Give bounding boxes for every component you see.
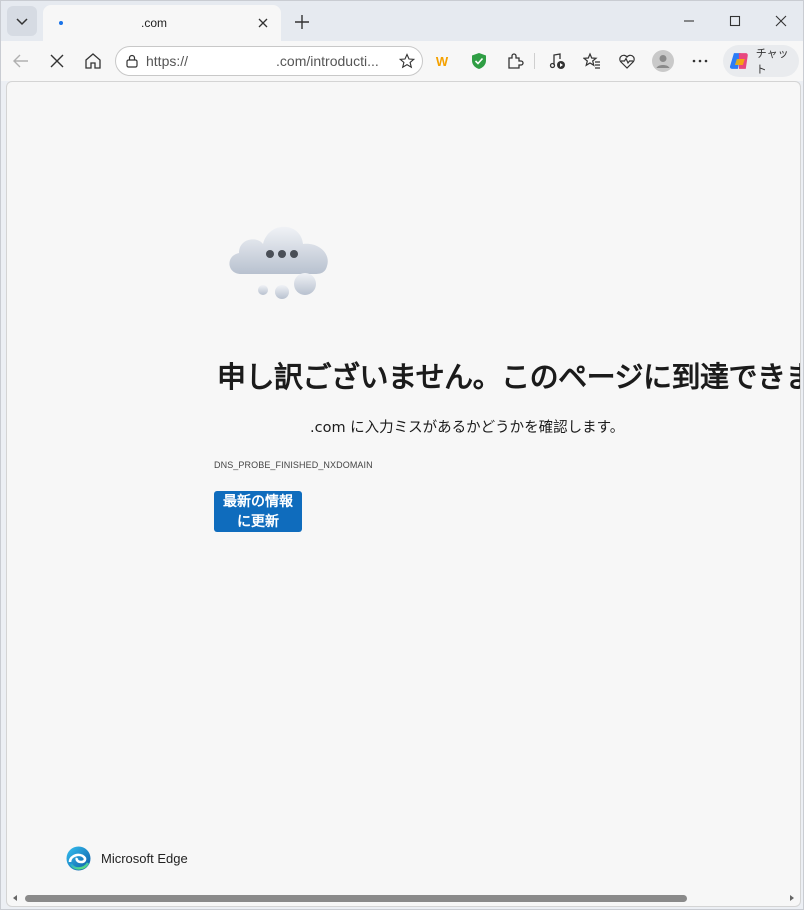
chevron-down-icon	[16, 18, 28, 26]
puzzle-icon	[508, 53, 524, 69]
redacted-block	[208, 420, 310, 436]
more-icon	[692, 59, 708, 63]
star-icon	[399, 53, 415, 69]
address-bar[interactable]: https:// .com/introducti...	[115, 46, 423, 76]
error-message: .com に入力ミスがあるかどうかを確認します。	[208, 416, 624, 437]
copilot-chat-button[interactable]: チャット	[723, 45, 799, 77]
extension-shield-button[interactable]	[463, 45, 495, 77]
browser-essentials-button[interactable]	[611, 45, 643, 77]
plus-icon	[295, 15, 309, 29]
maximize-icon	[729, 15, 741, 27]
extension-w-button[interactable]: W	[426, 45, 458, 77]
media-control-button[interactable]	[541, 45, 573, 77]
close-window-button[interactable]	[759, 5, 803, 37]
tab-title: .com	[73, 16, 251, 30]
redacted-block	[188, 55, 277, 70]
arrow-left-icon	[13, 54, 28, 68]
extensions-button[interactable]	[499, 45, 531, 77]
horizontal-scrollbar[interactable]	[7, 890, 800, 906]
error-message-text: .com に入力ミスがあるかどうかを確認します。	[310, 420, 625, 436]
tab-active[interactable]: .com	[43, 5, 281, 41]
loading-icon	[53, 15, 69, 31]
minimize-button[interactable]	[667, 5, 711, 37]
profile-button[interactable]	[647, 45, 679, 77]
favorite-star-button[interactable]	[392, 53, 422, 69]
url-prefix: https://	[146, 52, 189, 69]
new-tab-button[interactable]	[287, 7, 317, 37]
brand-name: Microsoft Edge	[101, 851, 188, 866]
toolbar: https:// .com/introducti... W チャット	[1, 41, 803, 81]
minimize-icon	[684, 20, 694, 22]
refresh-button[interactable]: 最新の情報に更新	[214, 491, 302, 532]
heartbeat-icon	[619, 54, 635, 69]
music-play-icon	[549, 53, 565, 69]
tab-close-button[interactable]	[251, 11, 275, 35]
stop-loading-button[interactable]	[41, 45, 73, 77]
close-icon	[775, 15, 787, 27]
url-text[interactable]: https:// .com/introducti...	[146, 52, 392, 70]
lock-icon[interactable]	[118, 54, 146, 68]
edge-logo-icon	[66, 846, 91, 871]
favorites-button[interactable]	[576, 45, 608, 77]
scroll-right-icon[interactable]	[788, 894, 796, 902]
tab-actions-button[interactable]	[7, 6, 37, 36]
w-extension-icon: W	[435, 53, 449, 69]
avatar-icon	[652, 50, 674, 72]
error-title: 申し訳ございません。このページに到達できません	[217, 360, 800, 394]
copilot-icon	[729, 53, 748, 69]
favorites-icon	[583, 52, 600, 69]
maximize-button[interactable]	[713, 5, 757, 37]
redacted-block	[73, 17, 141, 30]
scroll-left-icon[interactable]	[11, 894, 19, 902]
shield-icon	[472, 53, 486, 69]
brand: Microsoft Edge	[66, 846, 188, 871]
close-icon	[258, 18, 268, 28]
settings-more-button[interactable]	[684, 45, 716, 77]
scrollbar-thumb[interactable]	[25, 895, 687, 902]
close-icon	[50, 54, 64, 68]
tab-title-text: .com	[141, 16, 168, 30]
browser-window: .com https:// .com/introducti... W チャット …	[0, 0, 804, 910]
page-content: 申し訳ございません。このページに到達できません .com に入力ミスがあるかどう…	[6, 81, 801, 907]
copilot-label: チャット	[755, 47, 789, 76]
home-icon	[85, 53, 101, 69]
back-button[interactable]	[5, 45, 37, 77]
title-bar: .com	[1, 1, 803, 41]
cloud-error-icon	[229, 226, 328, 299]
url-suffix: .com/introducti...	[276, 52, 379, 69]
home-button[interactable]	[77, 45, 109, 77]
error-code: DNS_PROBE_FINISHED_NXDOMAIN	[214, 460, 373, 470]
toolbar-divider	[534, 53, 535, 69]
